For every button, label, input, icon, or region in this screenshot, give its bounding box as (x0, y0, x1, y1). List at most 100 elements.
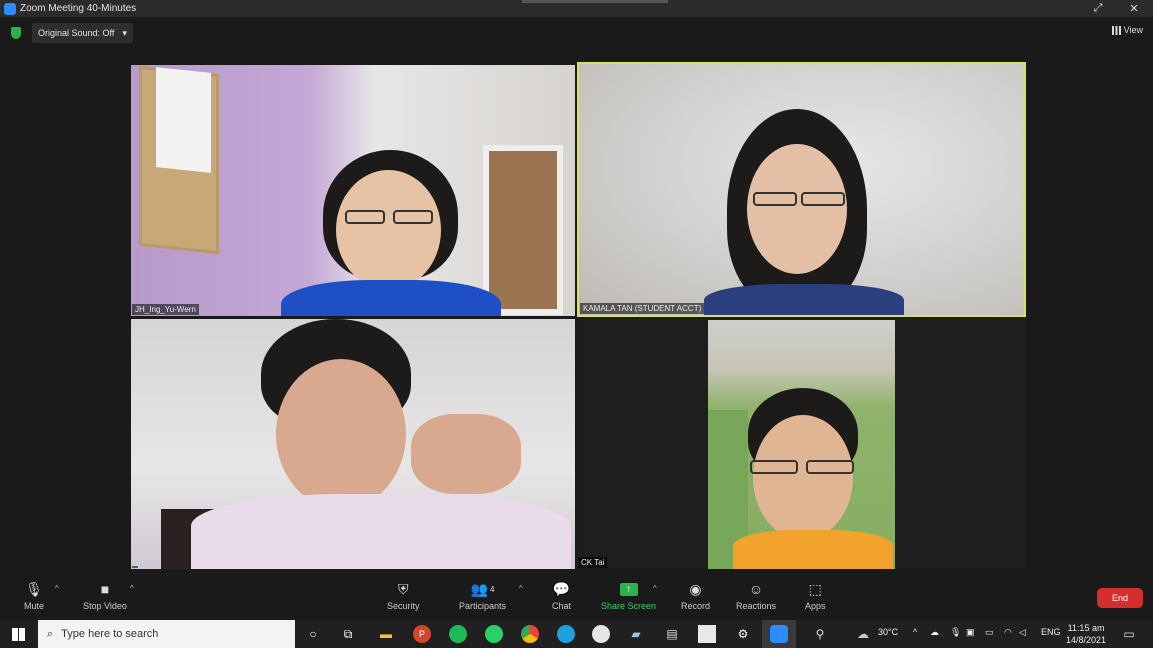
glasses-image (753, 192, 797, 206)
reactions-button[interactable]: ☺ Reactions (736, 580, 776, 611)
meeting-top-bar: Original Sound: Off ▾ View (0, 17, 1153, 47)
onedrive-icon[interactable]: ☁ (930, 627, 939, 638)
microphone-icon: 🎙 (25, 580, 43, 597)
video-tile-2-active-speaker[interactable]: KAMALA TAN (STUDENT ACCT) (577, 62, 1026, 317)
notification-center-icon[interactable]: ▭ (1120, 625, 1138, 643)
media-app-icon[interactable] (698, 625, 716, 643)
volume-icon[interactable]: ◁ (1019, 627, 1026, 638)
inkscape-icon[interactable] (592, 625, 610, 643)
zoom-app-icon[interactable] (770, 625, 788, 643)
record-label: Record (681, 601, 711, 611)
original-sound-button[interactable]: Original Sound: Off ▾ (32, 23, 133, 43)
notification-app-icon[interactable]: ▣ (966, 627, 975, 638)
record-icon: ◉ (689, 580, 702, 597)
participants-label: Participants (459, 601, 507, 611)
meeting-toolbar: 🎙 Mute ^ ■ Stop Video ^ ⛨ Security 👥 4 Pa… (0, 576, 1153, 620)
encryption-shield-icon[interactable] (11, 27, 21, 39)
original-sound-label: Original Sound: Off (38, 28, 115, 38)
clock-date: 14/8/2021 (1066, 635, 1107, 645)
view-button[interactable]: View (1111, 25, 1143, 35)
windows-start-icon[interactable] (12, 628, 25, 641)
taskbar-search-box[interactable]: ⌕ Type here to search (38, 620, 295, 648)
participants-button[interactable]: 👥 4 Participants (459, 580, 507, 612)
zoom-logo-icon (4, 2, 16, 15)
wifi-icon[interactable]: ◠ (1004, 627, 1012, 638)
mute-label: Mute (24, 601, 45, 611)
glasses-image (801, 192, 845, 206)
chevron-down-icon[interactable]: ▾ (122, 28, 127, 39)
stop-video-button[interactable]: ■ Stop Video (83, 580, 127, 611)
microphone-tray-icon[interactable]: 🎙 (950, 627, 961, 638)
task-view-icon[interactable]: ⧉ (339, 625, 357, 643)
tray-chevron-icon[interactable]: ^ (913, 627, 917, 637)
participant-shirt (704, 284, 904, 315)
view-label: View (1123, 25, 1143, 35)
record-button[interactable]: ◉ Record (681, 580, 711, 612)
participant-shirt (733, 530, 893, 569)
edge-icon[interactable] (557, 625, 575, 643)
video-camera-icon: ■ (100, 581, 110, 597)
settings-gear-icon[interactable]: ⚙ (734, 625, 752, 643)
chat-bubble-icon: 💬 (552, 580, 571, 597)
window-title-bar: Zoom Meeting 40-Minutes ⤢ ✕ (0, 0, 1153, 17)
smiley-plus-icon: ☺ (748, 581, 764, 597)
calendar-image (156, 67, 211, 173)
language-indicator[interactable]: ENG (1041, 627, 1061, 637)
end-meeting-button[interactable]: End (1097, 588, 1143, 608)
participants-icon: 👥 4 (470, 580, 495, 597)
apps-button[interactable]: ⬚ Apps (805, 580, 826, 612)
door-image (483, 145, 563, 315)
participants-count: 4 (490, 584, 495, 594)
share-screen-button[interactable]: ↑ Share Screen (601, 580, 656, 611)
video-tile-3[interactable] (131, 319, 575, 569)
spotify-icon[interactable] (449, 625, 467, 643)
whatsapp-icon[interactable] (485, 625, 503, 643)
taskbar-clock[interactable]: 11:15 am 14/8/2021 (1066, 622, 1106, 646)
participants-options-caret[interactable]: ^ (519, 584, 523, 593)
participant-face (753, 415, 853, 540)
cortana-circle-icon[interactable]: ○ (304, 625, 322, 643)
battery-icon[interactable]: ▭ (985, 627, 994, 638)
weather-temperature[interactable]: 30°C (878, 627, 898, 637)
share-screen-icon: ↑ (619, 580, 638, 598)
people-icon[interactable]: ⚲ (811, 625, 829, 643)
screen-share-tab[interactable] (522, 0, 668, 3)
participant-face (336, 170, 441, 290)
video-tile-1[interactable]: JH_Ing_Yu-Wern (131, 65, 575, 316)
video-tile-4-feed (708, 320, 895, 569)
chrome-icon[interactable] (521, 625, 539, 643)
security-label: Security (387, 601, 420, 611)
security-button[interactable]: ⛨ Security (387, 580, 420, 612)
powerpoint-icon[interactable]: P (413, 625, 431, 643)
restore-icon[interactable]: ⤢ (1086, 0, 1110, 17)
reactions-label: Reactions (736, 601, 777, 611)
windows-taskbar: ⌕ Type here to search ○ ⧉ ▬ P ▰ ▤ ⚙ ⚲ ☁ … (0, 620, 1153, 648)
stop-video-label: Stop Video (83, 601, 127, 611)
clock-time: 11:15 am (1067, 623, 1105, 633)
participant-face (276, 359, 406, 509)
glasses-image (806, 460, 854, 474)
video-options-caret[interactable]: ^ (130, 584, 134, 593)
weather-cloud-icon[interactable]: ☁ (854, 625, 872, 643)
participant-face (747, 144, 847, 274)
shield-icon: ⛨ (398, 580, 409, 597)
share-screen-label: Share Screen (601, 601, 657, 611)
participant-shirt (281, 280, 501, 316)
share-options-caret[interactable]: ^ (653, 584, 657, 593)
apps-icon: ⬚ (808, 580, 822, 597)
glasses-image (393, 210, 433, 224)
participant-name-label: JH_Ing_Yu-Wern (132, 304, 199, 315)
chat-label: Chat (552, 601, 572, 611)
news-app-icon[interactable]: ▤ (663, 625, 681, 643)
file-explorer-icon[interactable]: ▬ (377, 625, 395, 643)
close-icon[interactable]: ✕ (1122, 0, 1146, 17)
notepad-icon[interactable]: ▰ (627, 625, 645, 643)
chat-button[interactable]: 💬 Chat (552, 580, 572, 612)
peace-hand-image (411, 414, 521, 494)
glasses-image (750, 460, 798, 474)
audio-options-caret[interactable]: ^ (55, 584, 59, 593)
participant-name-label: CK Tai (578, 557, 608, 568)
participant-name-label: KAMALA TAN (STUDENT ACCT) (580, 303, 705, 314)
participant-name-label (132, 566, 138, 568)
mute-button[interactable]: 🎙 Mute (24, 580, 45, 612)
